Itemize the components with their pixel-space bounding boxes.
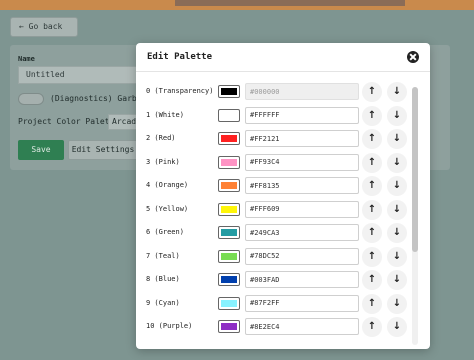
color-swatch[interactable] — [218, 226, 240, 239]
hex-input[interactable] — [245, 224, 359, 241]
palette-row: 2 (Red) ↑↓ — [136, 128, 430, 152]
color-swatch-fill — [221, 205, 237, 213]
project-name-input[interactable]: Untitled — [18, 66, 138, 84]
close-icon[interactable] — [407, 51, 419, 63]
go-back-button[interactable]: ← Go back — [10, 17, 78, 37]
arrow-down-icon[interactable]: ↓ — [387, 223, 407, 243]
arrow-down-icon[interactable]: ↓ — [387, 82, 407, 102]
palette-row: 10 (Purple) ↑↓ — [136, 316, 430, 340]
arrow-down-icon[interactable]: ↓ — [387, 176, 407, 196]
hex-input[interactable] — [245, 106, 359, 124]
color-swatch[interactable] — [218, 132, 240, 145]
arrow-up-icon[interactable]: ↑ — [362, 270, 382, 290]
palette-row: 0 (Transparency) ↑↓ — [136, 81, 430, 105]
diagnostics-toggle[interactable] — [18, 93, 44, 105]
scrollbar[interactable] — [412, 87, 418, 345]
arrow-up-icon[interactable]: ↑ — [362, 293, 382, 314]
color-swatch-fill — [221, 88, 237, 95]
color-swatch-fill — [221, 158, 237, 166]
color-swatch-fill — [221, 111, 237, 119]
arrow-down-icon[interactable]: ↓ — [387, 129, 407, 149]
palette-row: 3 (Pink) ↑↓ — [136, 152, 430, 176]
edit-palette-modal: Edit Palette 0 (Transparency)↑↓1 (White)… — [136, 43, 430, 349]
color-swatch-fill — [221, 323, 237, 330]
save-button[interactable]: Save — [18, 140, 64, 160]
color-label: 8 (Blue) — [146, 275, 180, 283]
palette-row: 6 (Green) ↑↓ — [136, 222, 430, 246]
color-label: 7 (Teal) — [146, 251, 180, 260]
arrow-down-icon[interactable]: ↓ — [387, 293, 407, 314]
arrow-up-icon[interactable]: ↑ — [362, 199, 382, 220]
color-label: 1 (White) — [146, 110, 184, 119]
name-label: Name — [18, 55, 35, 63]
hex-input[interactable] — [245, 200, 359, 218]
hex-input[interactable] — [245, 177, 359, 194]
color-label: 3 (Pink) — [146, 157, 180, 166]
color-swatch[interactable] — [218, 85, 240, 98]
color-label: 9 (Cyan) — [146, 298, 180, 307]
color-swatch-fill — [221, 276, 237, 283]
top-bar — [0, 0, 474, 10]
color-swatch[interactable] — [218, 249, 240, 263]
color-swatch-fill — [221, 135, 237, 142]
modal-header: Edit Palette — [136, 43, 430, 72]
color-label: 10 (Purple) — [146, 322, 193, 330]
hex-input[interactable] — [245, 294, 359, 312]
color-label: 2 (Red) — [146, 134, 176, 142]
color-swatch[interactable] — [218, 155, 240, 169]
modal-title: Edit Palette — [147, 52, 213, 62]
color-list: 0 (Transparency)↑↓1 (White)↑↓2 (Red)↑↓3 … — [136, 81, 430, 349]
color-label: 6 (Green) — [146, 228, 184, 236]
hex-input[interactable] — [245, 153, 359, 171]
palette-row: 1 (White) ↑↓ — [136, 105, 430, 129]
palette-row: 8 (Blue) ↑↓ — [136, 269, 430, 293]
arrow-down-icon[interactable]: ↓ — [387, 152, 407, 173]
hex-input[interactable] — [245, 247, 359, 265]
palette-row: 7 (Teal) ↑↓ — [136, 246, 430, 270]
arrow-up-icon[interactable]: ↑ — [362, 82, 382, 102]
color-label: 4 (Orange) — [146, 181, 189, 189]
edit-settings-button[interactable]: Edit Settings — [68, 140, 138, 160]
arrow-up-icon[interactable]: ↑ — [362, 176, 382, 196]
scroll-thumb[interactable] — [412, 87, 418, 252]
arrow-up-icon[interactable]: ↑ — [362, 223, 382, 243]
palette-row: 4 (Orange) ↑↓ — [136, 175, 430, 199]
arrow-up-icon[interactable]: ↑ — [362, 129, 382, 149]
arrow-down-icon[interactable]: ↓ — [387, 317, 407, 337]
go-back-label: Go back — [28, 22, 63, 31]
color-swatch-fill — [221, 252, 237, 260]
palette-select[interactable]: Arcade — [108, 114, 138, 130]
color-swatch[interactable] — [218, 179, 240, 192]
top-bar-tab — [175, 0, 405, 6]
hex-input[interactable] — [245, 130, 359, 147]
palette-row: 5 (Yellow) ↑↓ — [136, 199, 430, 223]
color-label: 5 (Yellow) — [146, 204, 189, 213]
color-swatch-fill — [221, 299, 237, 307]
arrow-down-icon[interactable]: ↓ — [387, 199, 407, 220]
color-swatch[interactable] — [218, 320, 240, 333]
color-swatch[interactable] — [218, 202, 240, 216]
hex-input[interactable] — [245, 271, 359, 288]
arrow-up-icon[interactable]: ↑ — [362, 105, 382, 126]
palette-row: 9 (Cyan) ↑↓ — [136, 293, 430, 317]
arrow-down-icon[interactable]: ↓ — [387, 105, 407, 126]
arrow-down-icon[interactable]: ↓ — [387, 246, 407, 267]
arrow-up-icon[interactable]: ↑ — [362, 246, 382, 267]
color-swatch[interactable] — [218, 273, 240, 286]
color-swatch-fill — [221, 182, 237, 189]
hex-input[interactable] — [245, 318, 359, 335]
arrow-up-icon[interactable]: ↑ — [362, 152, 382, 173]
color-swatch[interactable] — [218, 108, 240, 122]
color-label: 0 (Transparency) — [146, 87, 214, 95]
arrow-up-icon[interactable]: ↑ — [362, 317, 382, 337]
color-swatch[interactable] — [218, 296, 240, 310]
arrow-down-icon[interactable]: ↓ — [387, 270, 407, 290]
hex-input — [245, 83, 359, 100]
color-swatch-fill — [221, 229, 237, 236]
